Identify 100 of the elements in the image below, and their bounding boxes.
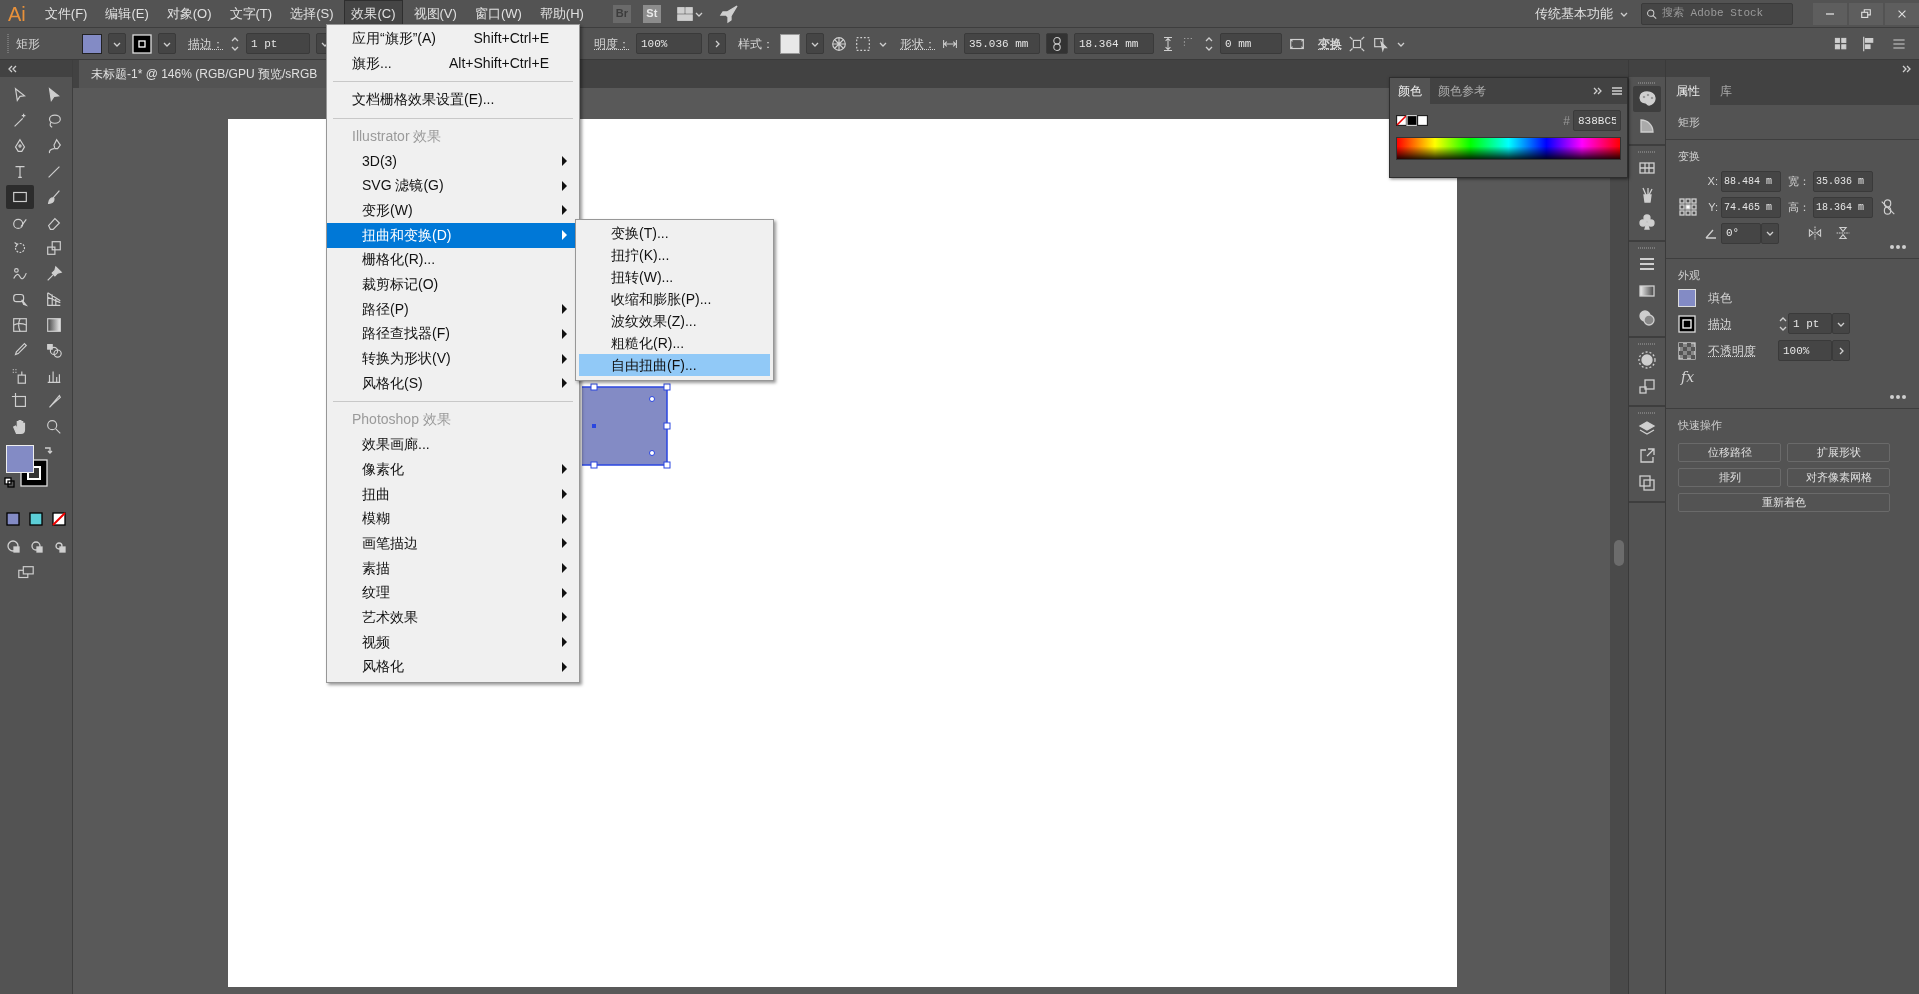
panel-tab[interactable]: 颜色参考 — [1430, 78, 1494, 104]
grip-icon — [1637, 81, 1657, 85]
layout-icon — [675, 4, 694, 23]
quick-action-button[interactable]: 对齐像素网格 — [1787, 467, 1890, 487]
menu-item[interactable]: 波纹效果(Z)... — [579, 310, 770, 332]
menu-item[interactable]: 收缩和膨胀(P)... — [579, 288, 770, 310]
menu-item[interactable]: 自由扭曲(F)... — [579, 354, 770, 376]
menu-item[interactable]: 画笔描边 — [327, 531, 579, 556]
height-field[interactable]: 18.364 m — [1813, 196, 1873, 218]
menu-item[interactable]: 裁剪标记(O) — [327, 272, 579, 297]
menu-item[interactable]: 素描 — [327, 555, 579, 581]
opacity-field[interactable]: 100% — [1778, 340, 1832, 361]
arrow-button[interactable] — [708, 33, 726, 54]
stroke-label[interactable]: 描边 — [1708, 314, 1766, 333]
more-icon — [1889, 243, 1907, 250]
color-spectrum[interactable] — [1396, 137, 1621, 160]
menu-item[interactable]: 纹理 — [327, 580, 579, 606]
fill-label: 填色 — [1708, 290, 1732, 307]
menu-item[interactable]: 路径查找器(F) — [327, 321, 579, 347]
grip-icon — [1637, 342, 1657, 346]
height-label: 高： — [1787, 199, 1810, 215]
align-grid-icon — [1833, 35, 1849, 52]
menu-item[interactable]: 3D(3) — [327, 148, 579, 174]
stroke-weight-field[interactable]: 1 pt — [1788, 313, 1832, 334]
corner-radius-field[interactable]: 0 mm — [1220, 33, 1282, 54]
quick-action-button[interactable]: 扩展形状 — [1787, 442, 1890, 462]
menu-item[interactable]: 风格化(S) — [327, 370, 579, 396]
mesh-icon — [11, 315, 29, 334]
menu-item[interactable]: 风格化 — [327, 654, 579, 680]
menu-item[interactable]: 帮助(H) — [532, 0, 591, 28]
transform-link[interactable]: 变换 — [1318, 34, 1342, 53]
submenu-arrow-icon — [562, 156, 567, 167]
panel-tab[interactable]: 属性 — [1666, 77, 1710, 105]
menu-item[interactable]: 变换(T)... — [579, 222, 770, 244]
menu-item[interactable]: 扭转(W)... — [579, 266, 770, 288]
angle-field[interactable]: 0° — [1721, 222, 1761, 244]
menu-item[interactable]: SVG 滤镜(G) — [327, 173, 579, 199]
opacity-field[interactable]: 100% — [636, 33, 702, 54]
quick-action-button[interactable]: 位移路径 — [1678, 442, 1781, 462]
menu-item[interactable]: 像素化 — [327, 457, 579, 482]
width-field[interactable]: 35.036 m — [1813, 170, 1873, 192]
flip-vertical-icon — [1834, 225, 1851, 241]
tool-button[interactable] — [6, 185, 34, 209]
menu-item[interactable]: 转换为形状(V) — [327, 346, 579, 371]
menu-item[interactable]: 扭曲 — [327, 481, 579, 507]
menu-item[interactable]: 编辑(E) — [98, 0, 156, 28]
fill-color-swatch[interactable] — [6, 444, 34, 473]
reference-point-icon — [1678, 197, 1698, 217]
panel-button[interactable] — [1633, 86, 1661, 112]
menu-item[interactable]: 旗形... Alt+Shift+Ctrl+E — [327, 50, 579, 76]
menu-item[interactable]: 应用“旗形”(A) Shift+Ctrl+E — [327, 26, 579, 51]
search-field[interactable]: 搜索 Adobe Stock — [1641, 2, 1793, 25]
menu-item[interactable]: 视频 — [327, 629, 579, 655]
grip-icon — [1637, 411, 1657, 415]
quick-action-button[interactable]: 重新着色 — [1678, 492, 1890, 512]
collapse-icon — [6, 63, 18, 74]
height-field[interactable]: 18.364 mm — [1074, 33, 1154, 54]
stroke-swatch[interactable] — [1678, 314, 1696, 333]
panel-tab[interactable]: 库 — [1710, 77, 1742, 105]
more-icon — [1889, 394, 1907, 400]
restore-icon — [1860, 7, 1872, 20]
menu-item[interactable]: 视图(V) — [406, 0, 464, 28]
stroke-weight-field[interactable]: 1 pt — [246, 33, 310, 54]
menu-item[interactable]: 粗糙化(R)... — [579, 332, 770, 354]
menu-section-header: Illustrator 效果 — [351, 126, 443, 146]
grip-icon — [6, 31, 10, 56]
opacity-label[interactable]: 不透明度 — [1708, 341, 1766, 360]
effects-button[interactable]: fx — [1681, 367, 1695, 388]
scale-icon — [45, 239, 63, 257]
none-swatch-icon — [51, 510, 67, 527]
panel-tab[interactable]: 颜色 — [1390, 78, 1430, 104]
style-swatch[interactable] — [780, 33, 800, 54]
link-button[interactable] — [1046, 33, 1068, 54]
menu-item[interactable]: 艺术效果 — [327, 605, 579, 630]
menu-item[interactable]: 效果画廊... — [327, 432, 579, 457]
menu-item[interactable]: 变形(W) — [327, 198, 579, 223]
menu-item[interactable]: 选择(S) — [283, 0, 341, 28]
scrollbar-thumb[interactable] — [1614, 540, 1624, 566]
menu-item[interactable]: 扭拧(K)... — [579, 244, 770, 266]
menu-item[interactable]: 窗口(W) — [467, 0, 529, 28]
stroke-swatch[interactable] — [132, 33, 152, 54]
fill-swatch[interactable] — [82, 33, 102, 54]
x-field[interactable]: 88.484 m — [1721, 170, 1781, 192]
menu-item[interactable]: 模糊 — [327, 506, 579, 532]
menu-item[interactable]: 文档栅格效果设置(E)... — [327, 87, 579, 113]
draw-behind-icon — [29, 538, 43, 553]
quick-action-button[interactable]: 排列 — [1678, 467, 1781, 487]
y-field[interactable]: 74.465 m — [1721, 196, 1781, 218]
gradient-icon — [45, 315, 63, 334]
workspace-switcher[interactable]: 传统基本功能 — [1529, 3, 1635, 24]
menu-item[interactable]: 文件(F) — [37, 0, 95, 28]
menu-item[interactable]: 文字(T) — [222, 0, 280, 28]
menu-item[interactable]: 路径(P) — [327, 296, 579, 322]
submenu-arrow-icon — [562, 587, 567, 598]
menu-item[interactable]: 栅格化(R)... — [327, 247, 579, 273]
submenu-arrow-icon — [562, 612, 567, 623]
restore-button[interactable] — [1849, 2, 1883, 25]
width-field[interactable]: 35.036 mm — [964, 33, 1040, 54]
arrow-button[interactable] — [1832, 340, 1850, 361]
menu-item[interactable]: 对象(O) — [159, 0, 219, 28]
